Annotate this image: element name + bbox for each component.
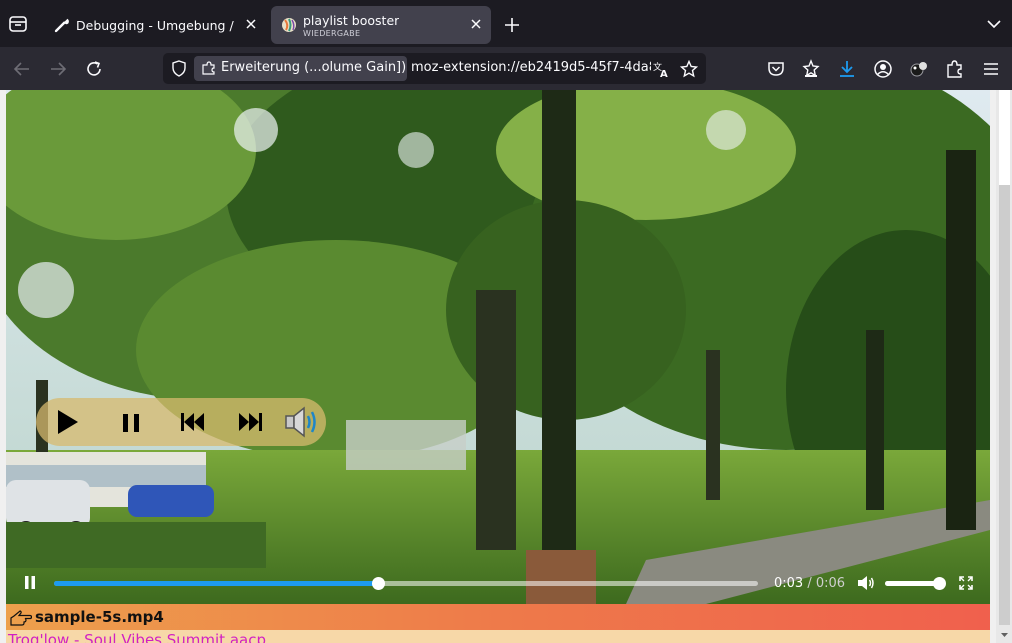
tab-bar: Debugging - Umgebung / this-firefox play… bbox=[0, 0, 1012, 47]
seek-slider[interactable] bbox=[54, 577, 758, 590]
volume-slider-handle[interactable] bbox=[933, 577, 946, 590]
url-bar[interactable]: Erweiterung (...olume Gain]) moz-extensi… bbox=[163, 53, 706, 84]
volume-slider-fill bbox=[885, 581, 939, 586]
playlist-item[interactable]: Trog'low - Soul Vibes Summit.aacp bbox=[6, 630, 990, 643]
volume-icon[interactable] bbox=[857, 575, 875, 591]
url-text[interactable]: moz-extension://eb2419d5-45f7-4da8 bbox=[411, 60, 651, 75]
seek-slider-fill bbox=[54, 581, 378, 586]
next-track-icon[interactable] bbox=[236, 407, 266, 437]
forward-arrow-icon[interactable] bbox=[48, 59, 68, 79]
pause-icon[interactable] bbox=[116, 407, 146, 437]
tab-title: playlist booster bbox=[303, 13, 400, 28]
close-tab-icon[interactable] bbox=[244, 17, 258, 31]
tab-playlist-booster[interactable]: playlist booster WIEDERGABE bbox=[271, 6, 491, 44]
scrollbar-thumb[interactable] bbox=[999, 90, 1010, 185]
previous-track-icon[interactable] bbox=[177, 407, 207, 437]
volume-slider[interactable] bbox=[885, 577, 946, 590]
video-frame-image bbox=[6, 90, 990, 604]
reload-icon[interactable] bbox=[84, 59, 104, 79]
bookmark-star-icon[interactable] bbox=[680, 60, 698, 78]
download-icon[interactable] bbox=[837, 59, 857, 79]
play-icon[interactable] bbox=[52, 407, 82, 437]
track-name: Trog'low - Soul Vibes Summit.aacp bbox=[8, 631, 266, 643]
tab-debugging[interactable]: Debugging - Umgebung / this-firefox bbox=[44, 6, 266, 44]
new-tab-icon[interactable] bbox=[503, 16, 521, 34]
playlist: sample-5s.mp4 Trog'low - Soul Vibes Summ… bbox=[6, 604, 990, 643]
hamburger-menu-icon[interactable] bbox=[981, 59, 1001, 79]
seek-slider-handle[interactable] bbox=[371, 577, 385, 590]
current-track-name: sample-5s.mp4 bbox=[35, 608, 164, 626]
extensions-puzzle-icon[interactable] bbox=[945, 59, 965, 79]
chevron-down-icon[interactable] bbox=[986, 18, 1002, 30]
scrollbar-track[interactable] bbox=[999, 185, 1010, 625]
time-separator: / bbox=[807, 576, 812, 591]
fullscreen-icon[interactable] bbox=[959, 576, 973, 590]
translate-icon[interactable]: 文 A bbox=[652, 60, 670, 78]
time-display: 0:03 / 0:06 bbox=[774, 576, 845, 591]
speaker-icon[interactable] bbox=[284, 404, 320, 440]
playlist-item-current[interactable]: sample-5s.mp4 bbox=[6, 604, 990, 630]
native-video-controls: 0:03 / 0:06 bbox=[6, 560, 990, 604]
close-tab-icon[interactable] bbox=[469, 17, 483, 31]
page-content: 0:03 / 0:06 sample-5s.mp4 Trog'low - Sou… bbox=[0, 90, 1012, 643]
tab-title: Debugging - Umgebung / this-firefox bbox=[76, 18, 236, 33]
pocket-icon[interactable] bbox=[766, 59, 786, 79]
extension-globe-icon bbox=[282, 18, 296, 32]
navigation-toolbar: Erweiterung (...olume Gain]) moz-extensi… bbox=[0, 47, 1012, 90]
duration: 0:06 bbox=[815, 576, 846, 591]
identity-label: Erweiterung (...olume Gain]) bbox=[221, 60, 407, 75]
current-time: 0:03 bbox=[774, 576, 804, 591]
pointing-hand-icon bbox=[10, 610, 32, 626]
extension-ball-icon[interactable] bbox=[909, 59, 929, 79]
shield-icon[interactable] bbox=[171, 60, 187, 77]
puzzle-piece-icon bbox=[202, 61, 215, 75]
back-arrow-icon[interactable] bbox=[12, 59, 32, 79]
page-scrollbar[interactable] bbox=[996, 90, 1012, 643]
wrench-icon bbox=[54, 18, 69, 33]
identity-box[interactable]: Erweiterung (...olume Gain]) bbox=[194, 56, 407, 81]
starred-puzzle-icon[interactable] bbox=[801, 59, 821, 79]
account-icon[interactable] bbox=[873, 59, 893, 79]
svg-text:A: A bbox=[660, 69, 668, 78]
pause-icon[interactable] bbox=[24, 576, 36, 589]
scroll-down-arrow-icon[interactable] bbox=[999, 630, 1010, 640]
tab-subtitle: WIEDERGABE bbox=[303, 29, 361, 38]
video-player[interactable]: 0:03 / 0:06 bbox=[6, 90, 990, 604]
firefox-view-icon[interactable] bbox=[8, 14, 28, 34]
custom-player-controls bbox=[36, 398, 326, 446]
